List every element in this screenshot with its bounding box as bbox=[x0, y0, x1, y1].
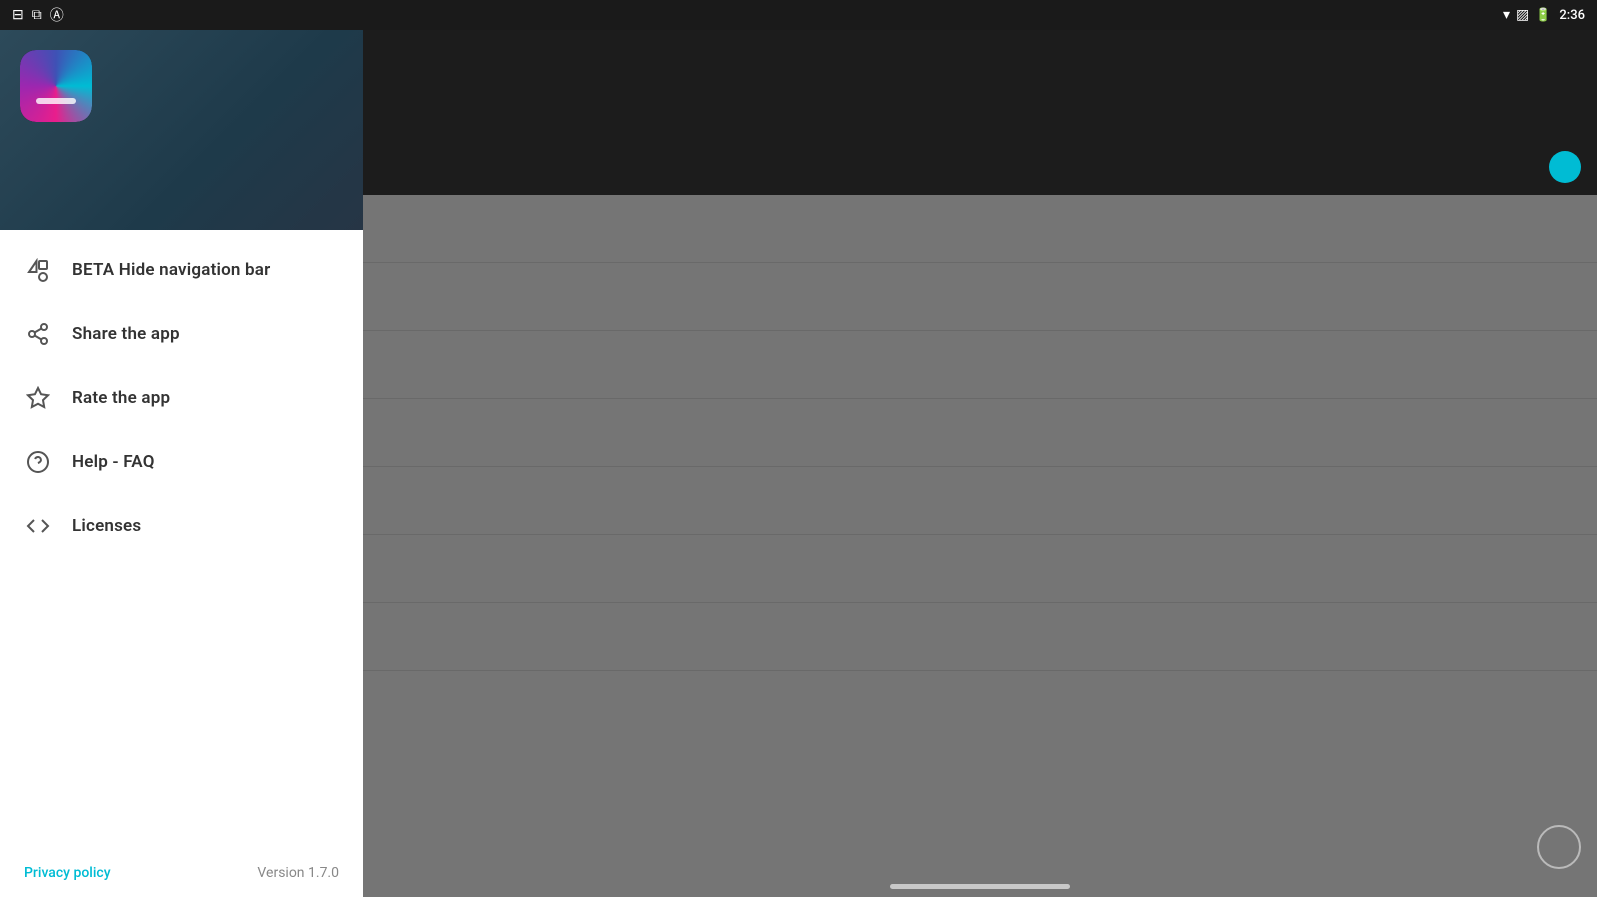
status-bar: ⊟ ⧉ Ⓐ ▾ ▨ 🔋 2:36 bbox=[0, 0, 1597, 30]
content-stripe-2 bbox=[363, 263, 1597, 331]
main-header bbox=[363, 30, 1597, 195]
navigation-drawer: BETA Hide navigation bar Share the app bbox=[0, 30, 363, 897]
app-icon bbox=[20, 50, 92, 122]
drawer-footer: Privacy policy Version 1.7.0 bbox=[0, 849, 363, 897]
home-indicator bbox=[890, 884, 1070, 889]
content-stripe-6 bbox=[363, 535, 1597, 603]
status-bar-left-icons: ⊟ ⧉ Ⓐ bbox=[12, 5, 64, 25]
fab-circle-button[interactable] bbox=[1537, 825, 1581, 869]
status-time: 2:36 bbox=[1559, 8, 1585, 23]
content-stripe-4 bbox=[363, 399, 1597, 467]
menu-item-licenses[interactable]: Licenses bbox=[0, 494, 363, 558]
main-body bbox=[363, 195, 1597, 671]
menu-item-help-faq[interactable]: Help - FAQ bbox=[0, 430, 363, 494]
app-icon-gradient bbox=[20, 50, 92, 122]
menu-label-beta-hide-nav: BETA Hide navigation bar bbox=[72, 260, 270, 280]
shapes-icon bbox=[24, 256, 52, 284]
content-stripe-1 bbox=[363, 195, 1597, 263]
menu-label-licenses: Licenses bbox=[72, 516, 141, 536]
menu-label-share-app: Share the app bbox=[72, 324, 180, 344]
app-icon-bar bbox=[36, 98, 76, 104]
menu-item-rate-app[interactable]: Rate the app bbox=[0, 366, 363, 430]
privacy-policy-link[interactable]: Privacy policy bbox=[24, 865, 111, 881]
drawer-header bbox=[0, 30, 363, 230]
clipboard-icon: ⧉ bbox=[32, 7, 42, 23]
wifi-icon: ▾ bbox=[1503, 7, 1510, 23]
menu-item-share-app[interactable]: Share the app bbox=[0, 302, 363, 366]
content-stripe-7 bbox=[363, 603, 1597, 671]
menu-item-beta-hide-nav[interactable]: BETA Hide navigation bar bbox=[0, 238, 363, 302]
keyboard-icon: Ⓐ bbox=[50, 5, 64, 25]
share-icon bbox=[24, 320, 52, 348]
main-content bbox=[363, 30, 1597, 897]
menu-label-help-faq: Help - FAQ bbox=[72, 452, 155, 472]
help-icon bbox=[24, 448, 52, 476]
status-bar-right-icons: ▾ ▨ 🔋 2:36 bbox=[1503, 7, 1585, 23]
menu-label-rate-app: Rate the app bbox=[72, 388, 170, 408]
teal-dot[interactable] bbox=[1549, 151, 1581, 183]
drawer-menu: BETA Hide navigation bar Share the app bbox=[0, 230, 363, 849]
content-stripe-3 bbox=[363, 331, 1597, 399]
battery-icon: 🔋 bbox=[1535, 8, 1551, 23]
window-icon: ⊟ bbox=[12, 7, 24, 23]
code-icon bbox=[24, 512, 52, 540]
signal-icon: ▨ bbox=[1516, 7, 1529, 23]
version-text: Version 1.7.0 bbox=[257, 865, 339, 881]
content-stripe-5 bbox=[363, 467, 1597, 535]
star-icon bbox=[24, 384, 52, 412]
